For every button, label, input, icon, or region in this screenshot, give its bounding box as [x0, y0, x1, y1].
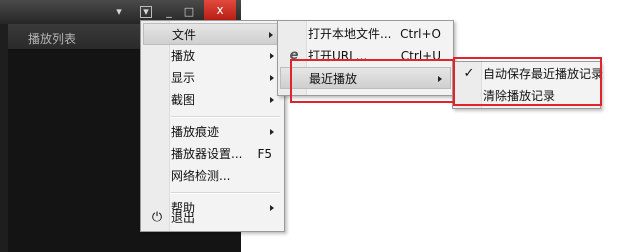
file-submenu: 打开本地文件... Ctrl+O e 打开URL... Ctrl+U 最近播放: [277, 20, 454, 96]
minimize-icon[interactable]: _: [162, 5, 176, 19]
maximize-icon[interactable]: □: [182, 5, 196, 19]
menu-item-clear-history[interactable]: 清除播放记录: [455, 85, 598, 107]
menu-item-shortcut: F5: [257, 147, 272, 161]
menu-item-open-url[interactable]: e 打开URL... Ctrl+U: [280, 45, 451, 67]
submenu-arrow-icon: [270, 75, 274, 81]
menu-item-label: 自动保存最近播放记录: [483, 67, 604, 81]
menu-item-display[interactable]: 显示: [143, 67, 282, 89]
menu-item-shortcut: Ctrl+O: [400, 27, 441, 41]
main-menu-icon[interactable]: ▾: [140, 6, 152, 18]
menu-item-label: 退出: [171, 211, 196, 225]
menu-item-label: 显示: [171, 71, 196, 85]
menu-item-play-history[interactable]: 播放痕迹: [143, 121, 282, 143]
menu-item-label: 播放: [171, 49, 196, 63]
menu-item-recent-play[interactable]: 最近播放: [280, 67, 451, 89]
menu-item-label: 打开本地文件...: [308, 27, 392, 41]
menu-item-label: 播放痕迹: [171, 125, 220, 139]
menu-item-label: 网络检测...: [171, 169, 231, 183]
browser-icon: e: [289, 48, 299, 63]
close-button[interactable]: x: [204, 0, 236, 20]
menu-separator: [171, 192, 280, 194]
menu-item-player-settings[interactable]: 播放器设置... F5: [143, 143, 282, 165]
menu-item-play[interactable]: 播放: [143, 45, 282, 67]
power-icon: ⏻: [151, 210, 163, 225]
submenu-arrow-icon: [270, 97, 274, 103]
submenu-arrow-icon: [270, 53, 274, 59]
feedback-icon[interactable]: ▾: [112, 5, 126, 19]
menu-item-network-check[interactable]: 网络检测...: [143, 165, 282, 187]
submenu-arrow-icon: [438, 76, 442, 82]
recent-play-submenu: ✓ 自动保存最近播放记录 清除播放记录: [452, 61, 603, 109]
menu-item-label: 最近播放: [309, 72, 358, 86]
menu-item-exit[interactable]: ⏻ 退出: [143, 207, 282, 229]
menu-item-screenshot[interactable]: 截图: [143, 89, 282, 111]
menu-item-file[interactable]: 文件: [143, 23, 282, 45]
main-context-menu: 文件 播放 显示 截图 播放痕迹 播放器设置... F5 网络检测... 帮助 …: [140, 20, 285, 232]
checkmark-icon: ✓: [463, 66, 475, 81]
menu-item-open-local-file[interactable]: 打开本地文件... Ctrl+O: [280, 23, 451, 45]
menu-item-label: 截图: [171, 93, 196, 107]
menu-separator: [171, 116, 280, 118]
menu-item-label: 文件: [172, 28, 197, 42]
menu-item-label: 打开URL...: [308, 49, 368, 63]
menu-item-label: 播放器设置...: [171, 147, 243, 161]
menu-item-label: 清除播放记录: [483, 89, 556, 103]
submenu-arrow-icon: [270, 129, 274, 135]
submenu-arrow-icon: [269, 32, 273, 38]
sidebar-strip: [0, 24, 8, 252]
menu-item-auto-save-recent[interactable]: ✓ 自动保存最近播放记录: [455, 63, 603, 85]
menu-item-shortcut: Ctrl+U: [400, 49, 441, 63]
playlist-title: 播放列表: [28, 32, 77, 46]
